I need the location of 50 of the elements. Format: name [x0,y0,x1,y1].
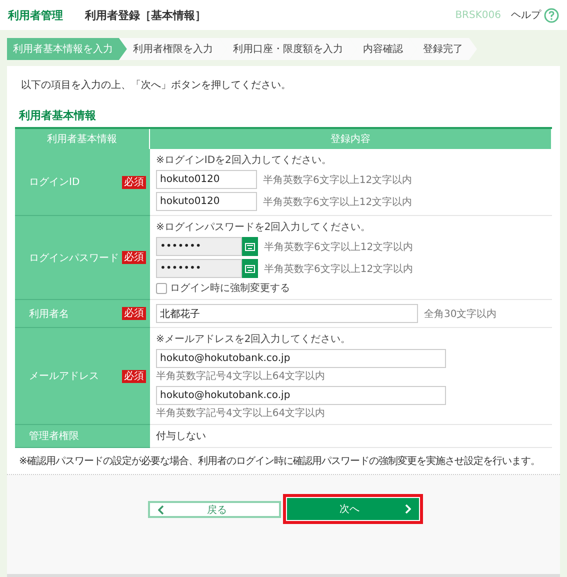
software-keyboard-button[interactable] [242,259,258,278]
keyboard-icon [245,242,255,250]
hint-text: 半角英数字記号4文字以上64文字以内 [156,406,326,420]
note-text: ※ログインIDを2回入力してください。 [156,154,332,167]
hint-text: 半角英数字6文字以上12文字以内 [264,240,414,254]
help-icon [544,8,559,22]
text-field[interactable]: hokuto0120 [156,170,257,189]
hint-text: 半角英数字記号4文字以上64文字以内 [156,370,326,383]
progress-step: 利用者権限を入力 [119,38,227,60]
required-badge: 必須 [122,251,146,264]
instruction-text: 以下の項目を入力の上、「次へ」ボタンを押してください。 [21,78,292,92]
row-label: ログインパスワード [29,252,119,264]
required-badge: 必須 [122,307,146,320]
section-heading: 利用者基本情報 [19,108,97,123]
screen-id: BRSK006 [455,10,501,20]
checkbox[interactable] [156,282,167,294]
column-header: 利用者基本情報 [15,129,150,149]
required-badge: 必須 [122,370,146,382]
footnote-text: ※確認用パスワードの設定が必要な場合、利用者のログイン時に確認用パスワードの強制変更を実施させ設定を行います。 [19,454,541,468]
column-header: 登録内容 [150,129,552,149]
password-field[interactable]: ••••••• [156,237,242,256]
progress-step: 利用者基本情報を入力 [7,38,127,60]
progress-step: 利用口座・限度額を入力 [219,38,357,60]
back-button[interactable]: 戻る [148,501,280,518]
hint-text: 全角30文字以内 [424,308,497,320]
progress-step: 登録完了 [409,38,477,60]
hint-text: 半角英数字6文字以上12文字以内 [263,174,412,186]
text-field[interactable]: hokuto0120 [156,192,257,211]
help-link[interactable]: ヘルプ [511,8,559,22]
note-text: ※メールアドレスを2回入力してください。 [156,332,352,346]
text-field[interactable]: 北都花子 [156,304,418,323]
row-label: 管理者権限 [29,430,79,443]
hint-text: 半角英数字6文字以上12文字以内 [264,262,414,276]
email-field[interactable]: hokuto@hokutobank.co.jp [156,349,446,368]
keyboard-icon [245,264,255,272]
value-text: 付与しない [156,430,207,443]
section-title: 利用者管理 [8,8,63,22]
chevron-left-icon [158,504,164,514]
note-text: ※ログインパスワードを2回入力してください。 [156,220,372,234]
hint-text: 半角英数字6文字以上12文字以内 [263,196,412,208]
row-label: ログインID [29,176,80,189]
row-label: メールアドレス [29,370,99,383]
chevron-right-icon [404,504,410,514]
software-keyboard-button[interactable] [242,237,258,256]
required-badge: 必須 [122,176,146,188]
row-label: 利用者名 [29,308,69,320]
email-field[interactable]: hokuto@hokutobank.co.jp [156,386,446,405]
checkbox-label: ログイン時に強制変更する [170,282,290,295]
password-field[interactable]: ••••••• [156,259,242,278]
page-title: 利用者登録［基本情報］ [85,8,206,22]
